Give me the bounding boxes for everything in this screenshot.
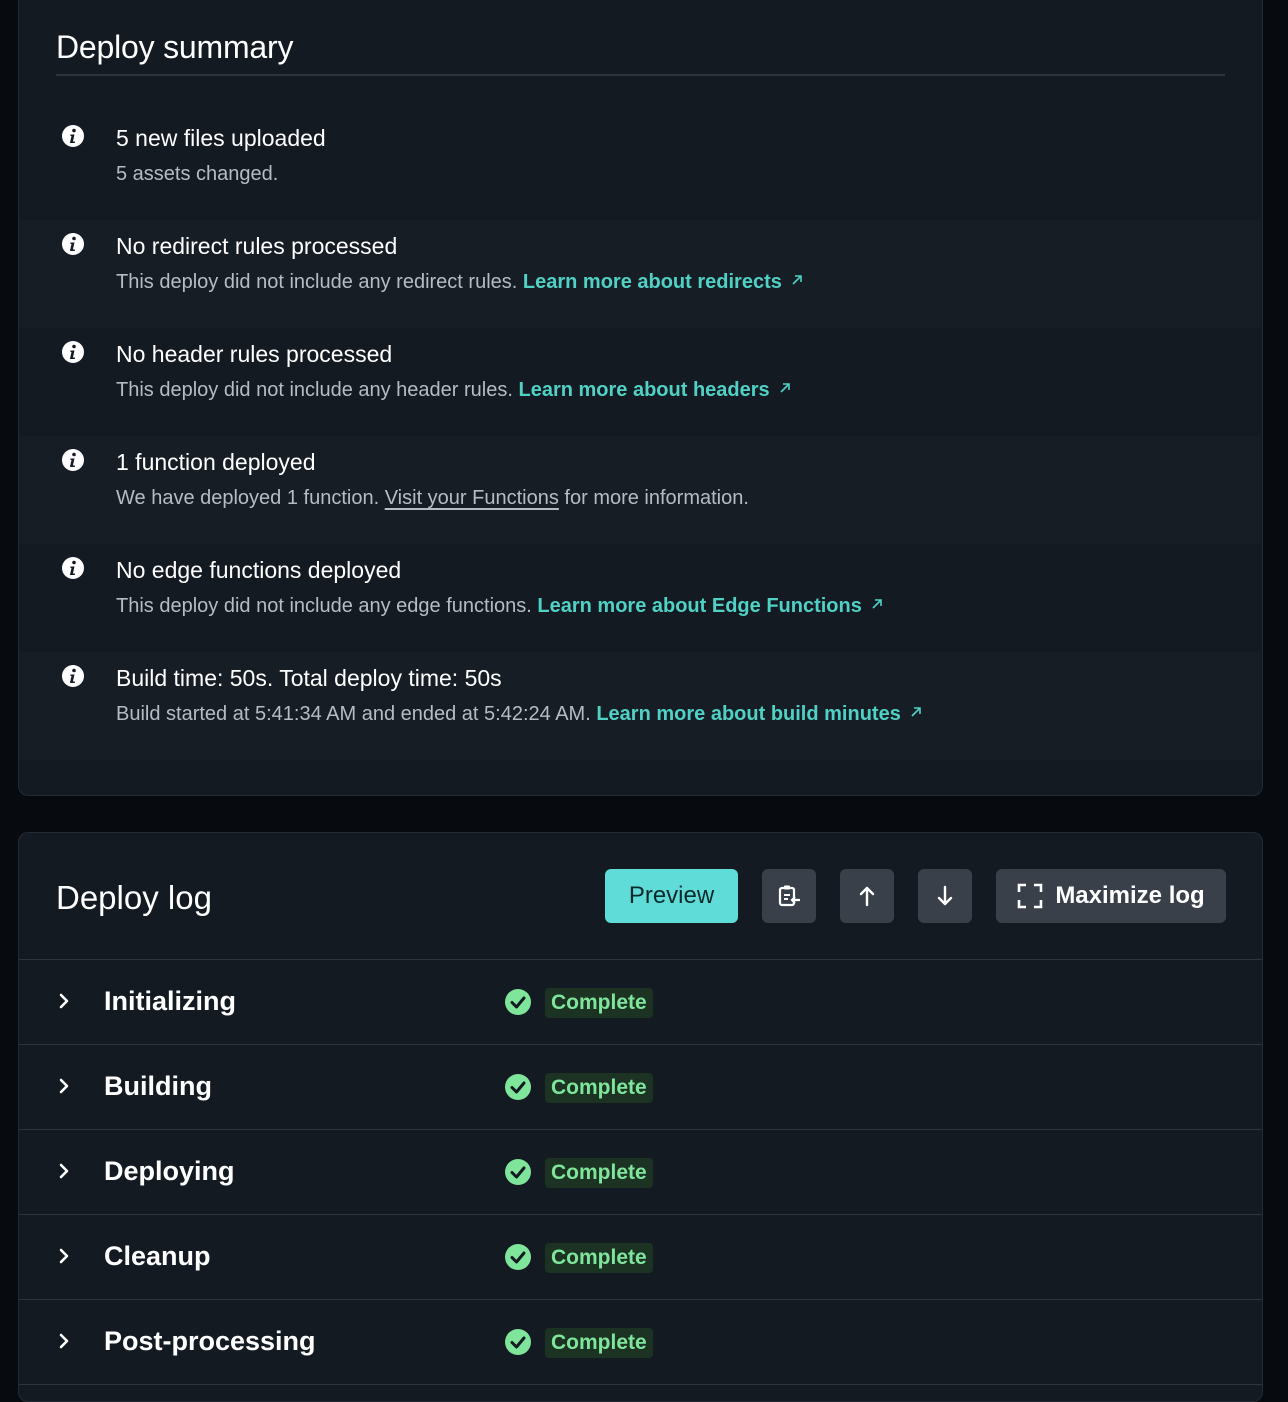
summary-item-desc-text: This deploy did not include any redirect… xyxy=(116,271,523,293)
status-badge: Complete xyxy=(545,1243,653,1273)
info-icon xyxy=(62,233,84,255)
summary-item-desc-text: for more information. xyxy=(558,487,749,509)
log-step-name[interactable]: Building xyxy=(104,1071,212,1102)
learn-more-redirects-link[interactable]: Learn more about redirects xyxy=(523,271,804,293)
log-step-building[interactable]: Building Complete xyxy=(19,1045,1262,1130)
summary-item-edge-functions: No edge functions deployed This deploy d… xyxy=(19,544,1262,652)
summary-item-desc-text: 5 assets changed. xyxy=(116,163,279,185)
summary-item-desc-text: We have deployed 1 function. xyxy=(116,487,385,509)
status-badge: Complete xyxy=(545,1073,653,1103)
learn-more-edge-functions-link[interactable]: Learn more about Edge Functions xyxy=(537,595,883,617)
info-icon xyxy=(62,125,84,147)
log-step-name[interactable]: Cleanup xyxy=(104,1241,211,1272)
summary-item-headers: No header rules processed This deploy di… xyxy=(19,328,1262,436)
summary-item-build-time: Build time: 50s. Total deploy time: 50s … xyxy=(19,652,1262,760)
info-icon xyxy=(62,341,84,363)
summary-item-desc: Build started at 5:41:34 AM and ended at… xyxy=(116,703,923,726)
status-badge: Complete xyxy=(545,1328,653,1358)
summary-item-title: No redirect rules processed xyxy=(116,233,398,259)
chevron-right-icon[interactable] xyxy=(57,1247,71,1265)
chevron-right-icon[interactable] xyxy=(57,992,71,1010)
check-circle-icon xyxy=(505,1244,531,1270)
learn-more-build-minutes-label[interactable]: Learn more about build minutes xyxy=(596,703,900,725)
summary-item-title: 1 function deployed xyxy=(116,449,316,475)
maximize-log-button[interactable]: Maximize log xyxy=(996,869,1226,923)
log-step-name[interactable]: Deploying xyxy=(104,1156,235,1187)
summary-item-desc-text: Build started at 5:41:34 AM and ended at… xyxy=(116,703,597,725)
summary-item-redirects: No redirect rules processed This deploy … xyxy=(19,220,1262,328)
external-link-icon xyxy=(872,599,882,609)
summary-items: 5 new files uploaded 5 assets changed. N… xyxy=(19,112,1262,760)
chevron-right-icon[interactable] xyxy=(57,1162,71,1180)
check-circle-icon xyxy=(505,989,531,1015)
summary-item-desc: We have deployed 1 function. Visit your … xyxy=(116,487,749,510)
deploy-summary-card: Deploy summary 5 new files uploaded 5 as… xyxy=(18,0,1263,796)
log-step-name[interactable]: Initializing xyxy=(104,986,236,1017)
summary-divider xyxy=(56,74,1225,76)
deploy-log-title: Deploy log xyxy=(56,879,212,916)
summary-item-desc: This deploy did not include any edge fun… xyxy=(116,595,884,618)
copy-to-clipboard-icon xyxy=(778,885,800,907)
summary-item-desc-text: This deploy did not include any edge fun… xyxy=(116,595,538,617)
summary-item-desc: This deploy did not include any header r… xyxy=(116,379,792,402)
summary-item-desc-text: This deploy did not include any header r… xyxy=(116,379,519,401)
learn-more-build-minutes-link[interactable]: Learn more about build minutes xyxy=(596,703,922,725)
summary-item-title: No header rules processed xyxy=(116,341,393,367)
summary-item-desc: This deploy did not include any redirect… xyxy=(116,271,804,294)
deploy-summary-title: Deploy summary xyxy=(56,29,294,65)
external-link-icon xyxy=(792,275,802,285)
arrow-down-icon xyxy=(937,885,953,906)
learn-more-headers-link[interactable]: Learn more about headers xyxy=(518,379,791,401)
learn-more-edge-functions-label[interactable]: Learn more about Edge Functions xyxy=(537,595,861,617)
log-step-deploying[interactable]: Deploying Complete xyxy=(19,1130,1262,1215)
copy-log-button[interactable] xyxy=(762,869,816,923)
external-link-icon xyxy=(780,383,790,393)
info-icon xyxy=(62,665,84,687)
external-link-icon xyxy=(911,707,921,717)
maximize-log-label[interactable]: Maximize log xyxy=(1055,882,1204,910)
status-badge: Complete xyxy=(545,988,653,1018)
arrow-up-icon xyxy=(859,886,875,907)
summary-item-files-uploaded: 5 new files uploaded 5 assets changed. xyxy=(19,112,1262,220)
learn-more-redirects-label[interactable]: Learn more about redirects xyxy=(523,271,782,293)
scroll-to-bottom-button[interactable] xyxy=(918,869,972,923)
deploy-log-card: Deploy log Preview Maximize log Initiali… xyxy=(18,832,1263,1402)
log-step-name[interactable]: Post-processing xyxy=(104,1326,316,1357)
log-step-cleanup[interactable]: Cleanup Complete xyxy=(19,1215,1262,1300)
check-circle-icon xyxy=(505,1159,531,1185)
info-icon xyxy=(62,557,84,579)
visit-functions-link[interactable]: Visit your Functions xyxy=(385,487,559,509)
status-badge: Complete xyxy=(545,1158,653,1188)
summary-item-title: No edge functions deployed xyxy=(116,557,402,583)
chevron-right-icon[interactable] xyxy=(57,1332,71,1350)
chevron-right-icon[interactable] xyxy=(57,1077,71,1095)
learn-more-headers-label[interactable]: Learn more about headers xyxy=(518,379,769,401)
info-icon xyxy=(62,449,84,471)
check-circle-icon xyxy=(505,1329,531,1355)
deploy-log-steps: Initializing Complete Building Complete … xyxy=(19,960,1262,1385)
check-circle-icon xyxy=(505,1074,531,1100)
summary-item-functions: 1 function deployed We have deployed 1 f… xyxy=(19,436,1262,544)
preview-button[interactable]: Preview xyxy=(605,869,738,923)
scroll-to-top-button[interactable] xyxy=(840,869,894,923)
summary-item-desc: 5 assets changed. xyxy=(116,163,278,186)
maximize-icon xyxy=(1018,883,1043,909)
summary-item-title: Build time: 50s. Total deploy time: 50s xyxy=(116,665,502,691)
summary-item-title: 5 new files uploaded xyxy=(116,125,326,151)
log-step-initializing[interactable]: Initializing Complete xyxy=(19,960,1262,1045)
log-step-post-processing[interactable]: Post-processing Complete xyxy=(19,1300,1262,1385)
